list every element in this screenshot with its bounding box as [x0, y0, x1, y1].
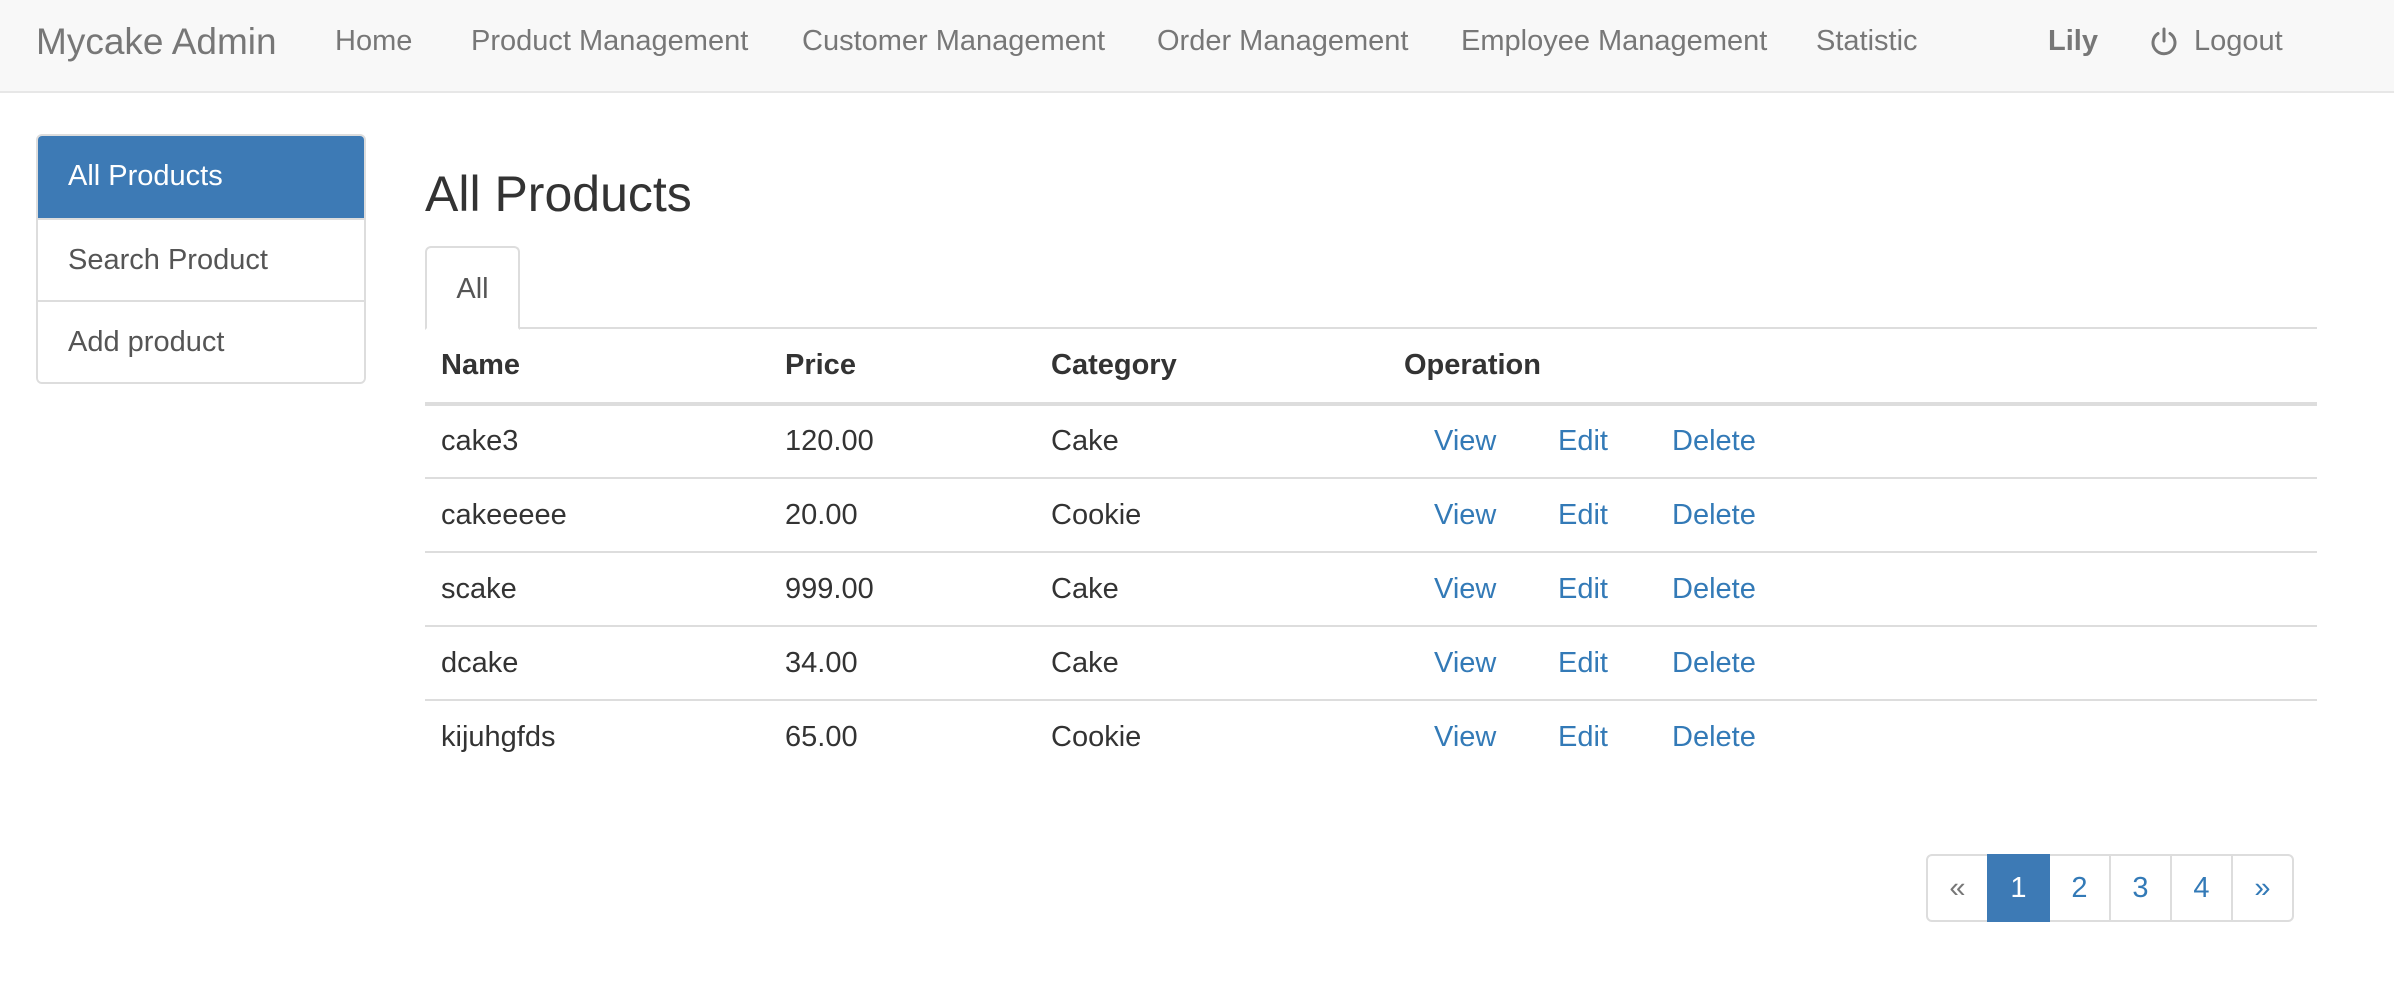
sidebar-item-search-product[interactable]: Search Product: [38, 218, 364, 300]
product-category: Cookie: [1035, 477, 1388, 552]
brand-logo[interactable]: Mycake Admin: [36, 0, 277, 83]
pagination-page-3[interactable]: 3: [2109, 854, 2172, 922]
nav-statistic[interactable]: Statistic: [1816, 0, 1918, 83]
pagination-page-4[interactable]: 4: [2170, 854, 2233, 922]
delete-link[interactable]: Delete: [1672, 573, 1756, 606]
product-category: Cake: [1035, 551, 1388, 626]
product-name: kijuhgfds: [425, 699, 769, 774]
delete-link[interactable]: Delete: [1672, 647, 1756, 680]
edit-link[interactable]: Edit: [1558, 647, 1672, 680]
column-header-category: Category: [1035, 329, 1388, 406]
tab-bar: All: [425, 246, 2317, 330]
view-link[interactable]: View: [1434, 721, 1558, 754]
tab-all[interactable]: All: [425, 246, 520, 330]
table-row: cake3 120.00 Cake View Edit Delete: [425, 404, 2317, 478]
sidebar-menu: All Products Search Product Add product: [36, 134, 366, 384]
edit-link[interactable]: Edit: [1558, 573, 1672, 606]
sidebar-item-add-product[interactable]: Add product: [38, 300, 364, 382]
logout-label: Logout: [2194, 25, 2283, 57]
pagination-prev[interactable]: «: [1926, 854, 1989, 922]
nav-customer-management[interactable]: Customer Management: [802, 0, 1105, 83]
edit-link[interactable]: Edit: [1558, 721, 1672, 754]
delete-link[interactable]: Delete: [1672, 499, 1756, 532]
row-operations: View Edit Delete: [1388, 477, 2317, 552]
table-row: kijuhgfds 65.00 Cookie View Edit Delete: [425, 699, 2317, 774]
product-category: Cake: [1051, 425, 1119, 457]
nav-home[interactable]: Home: [335, 0, 412, 83]
product-name: dcake: [425, 625, 769, 700]
product-price: 34.00: [769, 625, 1035, 700]
table-row: cakeeeee 20.00 Cookie View Edit Delete: [425, 477, 2317, 552]
delete-link[interactable]: Delete: [1672, 425, 1756, 458]
view-link[interactable]: View: [1434, 573, 1558, 606]
edit-link[interactable]: Edit: [1558, 425, 1672, 458]
pagination-page-2[interactable]: 2: [2048, 854, 2111, 922]
view-link[interactable]: View: [1434, 647, 1558, 680]
product-price: 65.00: [769, 699, 1035, 774]
column-header-operation: Operation: [1388, 329, 2317, 406]
table-header-row: Name Price Category Operation: [425, 329, 2317, 406]
pagination: « 1 2 3 4 »: [1926, 854, 2294, 922]
nav-employee-management[interactable]: Employee Management: [1461, 0, 1767, 83]
nav-order-management[interactable]: Order Management: [1157, 0, 1408, 83]
product-category: Cake: [1035, 625, 1388, 700]
nav-product-management[interactable]: Product Management: [471, 0, 748, 83]
top-navbar: Mycake Admin Home Product Management Cus…: [0, 0, 2394, 93]
column-header-name: Name: [425, 329, 769, 406]
table-row: dcake 34.00 Cake View Edit Delete: [425, 625, 2317, 700]
row-operations: View Edit Delete: [1388, 625, 2317, 700]
product-name: scake: [425, 551, 769, 626]
row-operations: View Edit Delete: [1388, 551, 2317, 626]
product-category: Cookie: [1035, 699, 1388, 774]
table-row: scake 999.00 Cake View Edit Delete: [425, 551, 2317, 626]
view-link[interactable]: View: [1434, 499, 1558, 532]
edit-link[interactable]: Edit: [1558, 499, 1672, 532]
product-price: 120.00: [785, 425, 874, 457]
product-name: cakeeeee: [425, 477, 769, 552]
pagination-next[interactable]: »: [2231, 854, 2294, 922]
row-operations: View Edit Delete: [1388, 699, 2317, 774]
power-icon: [2151, 27, 2177, 55]
products-table: Name Price Category Operation cake3 120.…: [425, 329, 2317, 774]
product-price: 999.00: [769, 551, 1035, 626]
product-name: cake3: [441, 425, 519, 457]
product-price: 20.00: [769, 477, 1035, 552]
column-header-price: Price: [769, 329, 1035, 406]
page-title: All Products: [425, 166, 692, 222]
sidebar-item-all-products[interactable]: All Products: [38, 136, 364, 218]
row-operations: View Edit Delete: [1388, 404, 2317, 478]
view-link[interactable]: View: [1434, 425, 1558, 458]
logout-link[interactable]: Logout: [2150, 0, 2283, 83]
delete-link[interactable]: Delete: [1672, 721, 1756, 754]
pagination-page-1[interactable]: 1: [1987, 854, 2050, 922]
current-user-name[interactable]: Lily: [2048, 0, 2098, 83]
